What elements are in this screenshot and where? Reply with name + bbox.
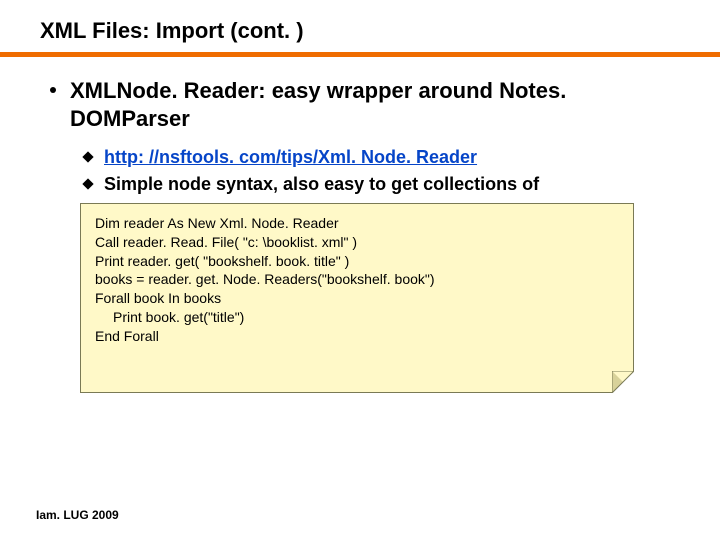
code-line: Print reader. get( "bookshelf. book. tit… [95, 252, 619, 271]
code-line: Forall book In books [95, 289, 619, 308]
diamond-icon [82, 151, 93, 162]
code-sample: Dim reader As New Xml. Node. Reader Call… [80, 203, 634, 393]
slide-title: XML Files: Import (cont. ) [40, 18, 680, 44]
bullet-text: Simple node syntax, also easy to get col… [104, 173, 539, 196]
code-box: Dim reader As New Xml. Node. Reader Call… [80, 203, 634, 393]
link-text[interactable]: http: //nsftools. com/tips/Xml. Node. Re… [104, 146, 477, 169]
footer-text: Iam. LUG 2009 [36, 508, 119, 522]
diamond-icon [82, 179, 93, 190]
code-line: Dim reader As New Xml. Node. Reader [95, 214, 619, 233]
code-line: Call reader. Read. File( "c: \booklist. … [95, 233, 619, 252]
divider [0, 52, 720, 57]
bullet-level1: XMLNode. Reader: easy wrapper around Not… [50, 77, 680, 132]
code-line: books = reader. get. Node. Readers("book… [95, 270, 619, 289]
code-line: Print book. get("title") [95, 308, 619, 327]
bullet-level2-text: Simple node syntax, also easy to get col… [84, 173, 680, 196]
code-line: End Forall [95, 327, 619, 346]
bullet-dot-icon [50, 87, 56, 93]
page-curl-mask [612, 371, 634, 393]
bullet-level2-link: http: //nsftools. com/tips/Xml. Node. Re… [84, 146, 680, 169]
heading-text: XMLNode. Reader: easy wrapper around Not… [70, 77, 680, 132]
